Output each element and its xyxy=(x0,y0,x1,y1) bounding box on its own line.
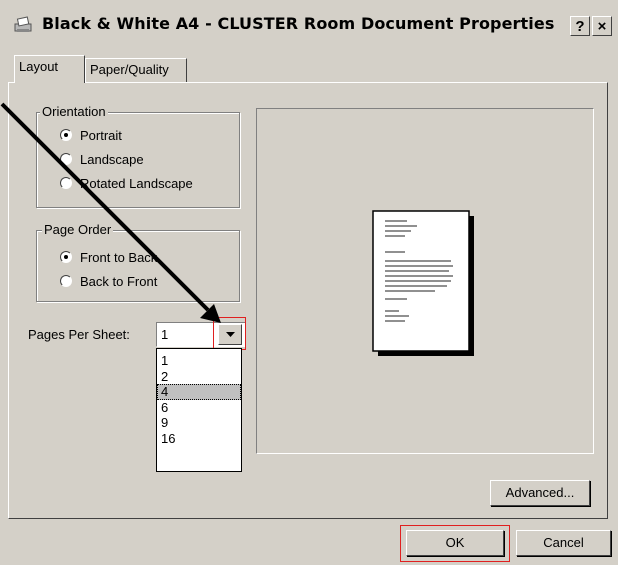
radio-label: Back to Front xyxy=(80,274,158,289)
list-item[interactable]: 6 xyxy=(157,400,241,416)
list-item[interactable]: 16 xyxy=(157,431,241,447)
list-item[interactable]: 2 xyxy=(157,369,241,385)
help-button[interactable]: ? xyxy=(570,16,590,36)
radio-front-to-back[interactable]: Front to Back xyxy=(60,250,157,265)
radio-back-to-front[interactable]: Back to Front xyxy=(60,274,157,289)
cancel-button[interactable]: Cancel xyxy=(516,530,611,556)
pages-per-sheet-label: Pages Per Sheet: xyxy=(28,327,130,342)
dropdown-highlight-box xyxy=(213,317,246,350)
page-order-legend: Page Order xyxy=(42,222,114,237)
radio-dot[interactable] xyxy=(60,153,72,165)
radio-dot[interactable] xyxy=(60,177,72,189)
combo-value: 1 xyxy=(161,327,169,342)
pages-per-sheet-list[interactable]: 1 2 4 6 9 16 xyxy=(156,348,242,472)
radio-dot-selected[interactable] xyxy=(60,251,72,263)
list-item[interactable]: 1 xyxy=(157,353,241,369)
radio-label: Rotated Landscape xyxy=(80,176,193,191)
tab-layout[interactable]: Layout xyxy=(14,55,85,83)
radio-rotated-landscape[interactable]: Rotated Landscape xyxy=(60,176,193,191)
radio-label: Portrait xyxy=(80,128,122,143)
advanced-button[interactable]: Advanced... xyxy=(490,480,590,506)
orientation-legend: Orientation xyxy=(40,104,108,119)
title-bar[interactable]: Black & White A4 - CLUSTER Room Document… xyxy=(0,0,618,44)
list-item[interactable]: 9 xyxy=(157,415,241,431)
tab-paper-quality[interactable]: Paper/Quality xyxy=(85,58,187,82)
close-button[interactable]: × xyxy=(592,16,612,36)
page-order-group xyxy=(36,230,240,302)
ok-highlight-box xyxy=(400,525,510,562)
page-preview-icon xyxy=(372,210,474,356)
radio-landscape[interactable]: Landscape xyxy=(60,152,144,167)
list-item-selected[interactable]: 4 xyxy=(157,384,241,400)
layout-preview xyxy=(256,108,594,454)
window-title: Black & White A4 - CLUSTER Room Document… xyxy=(42,14,555,33)
radio-portrait[interactable]: Portrait xyxy=(60,128,122,143)
radio-label: Front to Back xyxy=(80,250,158,265)
radio-dot-selected[interactable] xyxy=(60,129,72,141)
radio-dot[interactable] xyxy=(60,275,72,287)
printer-icon xyxy=(14,16,32,32)
radio-label: Landscape xyxy=(80,152,144,167)
